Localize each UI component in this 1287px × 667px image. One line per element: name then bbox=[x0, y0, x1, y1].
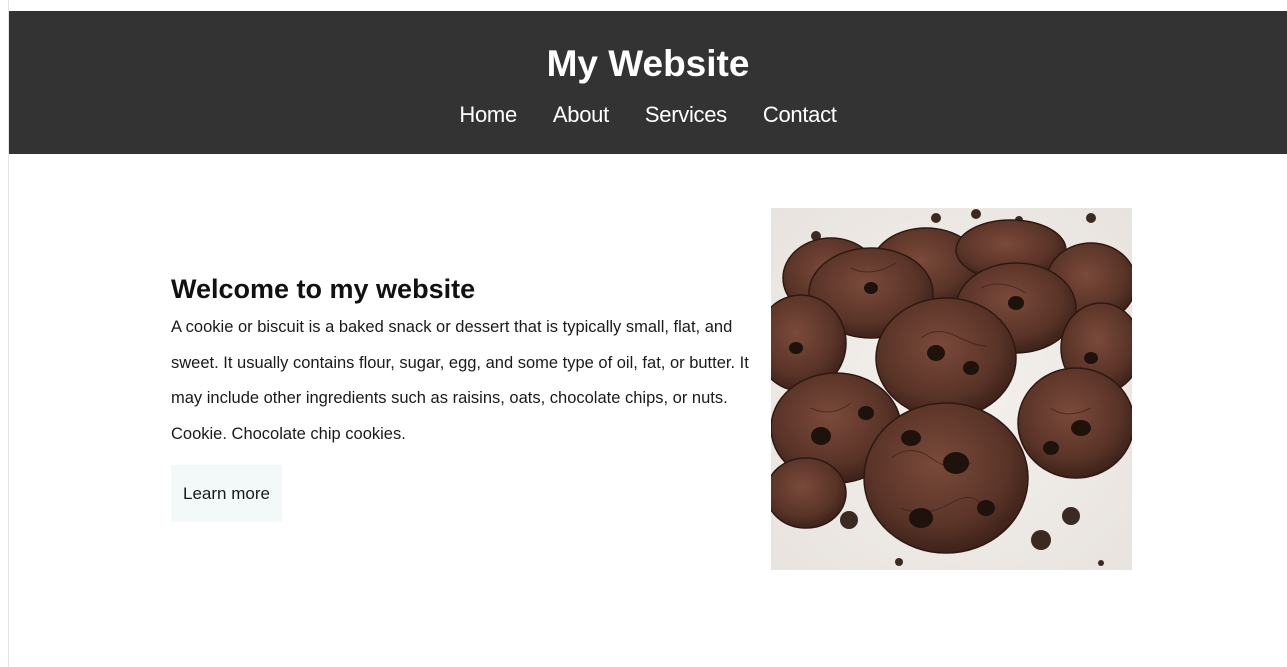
learn-more-button[interactable]: Learn more bbox=[171, 465, 282, 522]
hero-text: Welcome to my website A cookie or biscui… bbox=[171, 272, 771, 522]
window-top-edge bbox=[0, 0, 1287, 11]
nav-link-contact[interactable]: Contact bbox=[745, 101, 855, 129]
hero-heading: Welcome to my website bbox=[171, 274, 476, 304]
main-nav: Home About Services Contact bbox=[9, 101, 1287, 129]
site-title: My Website bbox=[546, 43, 750, 84]
nav-link-about[interactable]: About bbox=[535, 101, 627, 129]
window-left-edge bbox=[0, 0, 9, 667]
nav-link-home[interactable]: Home bbox=[441, 101, 535, 129]
site-header: My Website Home About Services Contact bbox=[9, 11, 1287, 154]
nav-link-services[interactable]: Services bbox=[627, 101, 745, 129]
cookies-image bbox=[771, 208, 1132, 570]
main-content: Welcome to my website A cookie or biscui… bbox=[9, 154, 1287, 667]
hero-body: A cookie or biscuit is a baked snack or … bbox=[171, 318, 749, 443]
